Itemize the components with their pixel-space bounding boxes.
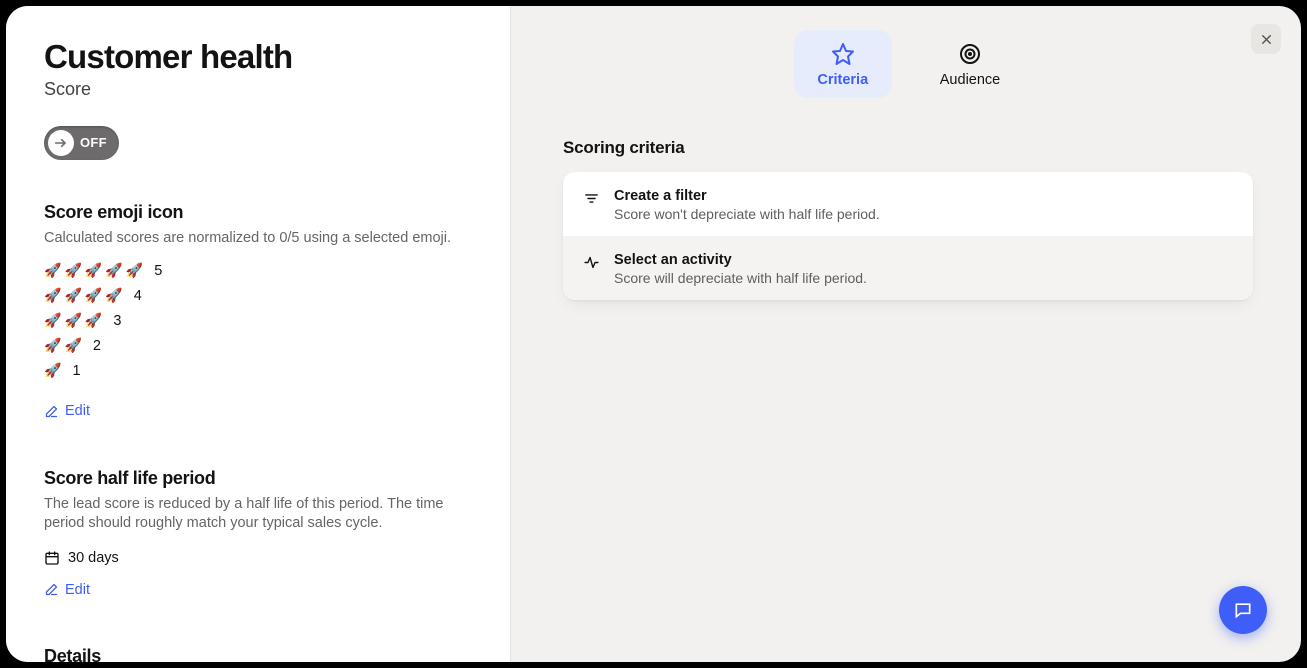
halflife-description: The lead score is reduced by a half life…	[44, 495, 454, 534]
criteria-panel: Criteria Audience Scoring criteria Creat…	[511, 6, 1301, 662]
edit-emoji-label: Edit	[65, 403, 90, 419]
emoji-row-3: 🚀🚀🚀3	[44, 312, 470, 329]
select-activity-row[interactable]: Select an activity Score will depreciate…	[563, 236, 1253, 300]
edit-halflife-button[interactable]: Edit	[44, 582, 90, 598]
filter-icon	[583, 190, 600, 207]
criteria-card: Create a filter Score won't depreciate w…	[563, 172, 1253, 300]
tab-audience[interactable]: Audience	[918, 30, 1022, 98]
emoji-row-1: 🚀1	[44, 362, 470, 379]
emoji-row-2: 🚀🚀2	[44, 337, 470, 354]
halflife-value-row: 30 days	[44, 550, 470, 566]
halflife-value: 30 days	[68, 550, 119, 566]
close-button[interactable]	[1251, 24, 1281, 54]
tab-criteria-label: Criteria	[817, 72, 868, 88]
tab-criteria[interactable]: Criteria	[794, 30, 892, 98]
calendar-icon	[44, 550, 60, 566]
activity-icon	[583, 254, 600, 271]
emoji-section-description: Calculated scores are normalized to 0/5 …	[44, 229, 454, 249]
details-heading: Details	[44, 646, 470, 662]
emoji-section-heading: Score emoji icon	[44, 202, 470, 223]
page-title: Customer health	[44, 40, 470, 75]
app-window: Customer health Score OFF Score emoji ic…	[6, 6, 1301, 662]
close-icon	[1259, 32, 1274, 47]
emoji-section: Score emoji icon Calculated scores are n…	[44, 202, 470, 424]
chat-icon	[1233, 600, 1253, 620]
create-filter-subtitle: Score won't depreciate with half life pe…	[614, 206, 880, 222]
arrow-right-icon	[53, 135, 69, 151]
emoji-rows: 🚀🚀🚀🚀🚀5 🚀🚀🚀🚀4 🚀🚀🚀3 🚀🚀2 🚀1	[44, 262, 470, 379]
select-activity-subtitle: Score will depreciate with half life per…	[614, 270, 867, 286]
star-icon	[831, 42, 855, 66]
toggle-knob	[48, 130, 74, 156]
emoji-row-5: 🚀🚀🚀🚀🚀5	[44, 262, 470, 279]
select-activity-title: Select an activity	[614, 252, 867, 268]
emoji-row-4: 🚀🚀🚀🚀4	[44, 287, 470, 304]
settings-panel: Customer health Score OFF Score emoji ic…	[6, 6, 511, 662]
edit-emoji-button[interactable]: Edit	[44, 403, 90, 419]
tabs: Criteria Audience	[563, 30, 1253, 98]
tab-audience-label: Audience	[940, 72, 1000, 88]
edit-icon	[44, 404, 59, 419]
halflife-heading: Score half life period	[44, 468, 470, 489]
help-fab[interactable]	[1219, 586, 1267, 634]
create-filter-row[interactable]: Create a filter Score won't depreciate w…	[563, 172, 1253, 236]
details-section: Details Last updated just now	[44, 646, 470, 662]
halflife-section: Score half life period The lead score is…	[44, 468, 470, 603]
score-enabled-toggle[interactable]: OFF	[44, 126, 119, 160]
edit-halflife-label: Edit	[65, 582, 90, 598]
target-icon	[958, 42, 982, 66]
toggle-state-label: OFF	[80, 135, 107, 150]
criteria-heading: Scoring criteria	[563, 138, 1253, 158]
create-filter-title: Create a filter	[614, 188, 880, 204]
edit-icon	[44, 582, 59, 597]
page-subtitle: Score	[44, 79, 470, 100]
